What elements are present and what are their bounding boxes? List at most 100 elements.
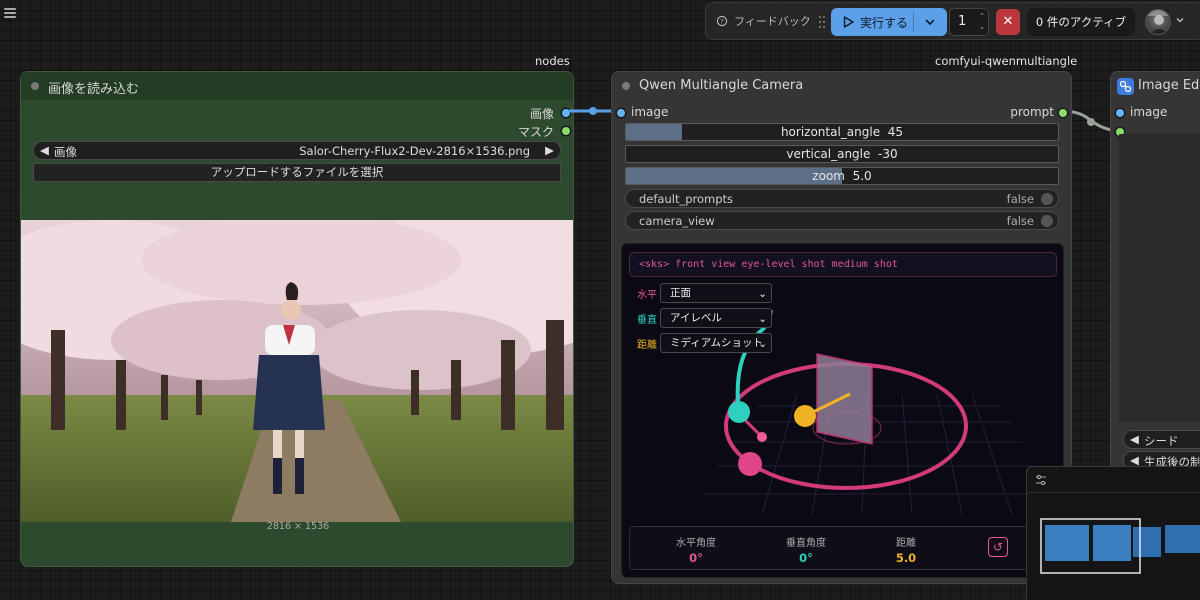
input-port-image[interactable] xyxy=(1116,109,1124,117)
reset-icon: ↺ xyxy=(992,540,1004,554)
queue-count-value: 1 xyxy=(958,14,967,29)
prompt-textarea[interactable] xyxy=(1119,134,1200,422)
feedback-button[interactable]: ? フィードバック xyxy=(716,13,811,29)
distance-readout: 距離 5.0 xyxy=(876,534,936,565)
vertical-select[interactable]: アイレベル ⌄ xyxy=(660,308,772,328)
select-label: 垂直 xyxy=(637,315,657,326)
stepper-arrows-icon[interactable]: ⌃ ⌄ xyxy=(979,11,985,33)
input-port-image[interactable] xyxy=(617,109,625,117)
minimap[interactable] xyxy=(1026,466,1200,600)
active-queue-button[interactable]: 0 件のアクティブ xyxy=(1027,8,1135,36)
camera-readout-panel: 水平角度 0° 垂直角度 0° 距離 5.0 ↺ xyxy=(629,526,1057,570)
qwen-camera-node[interactable]: Qwen Multiangle Camera image prompt hori… xyxy=(611,71,1072,584)
toggle-value: false xyxy=(1006,192,1034,206)
select-label: 水平 xyxy=(637,290,657,301)
output-label-image: 画像 xyxy=(529,107,554,121)
node-source-tag: nodes xyxy=(535,54,570,68)
arrow-right-icon[interactable]: ▶ xyxy=(545,143,554,157)
node-title: 画像を読み込む xyxy=(48,82,140,97)
horizontal-select-row: 水平 正面 ⌄ xyxy=(637,283,772,303)
run-label: 実行する xyxy=(860,15,909,30)
slider-label: zoom xyxy=(812,169,845,183)
collapse-dot-icon[interactable] xyxy=(31,82,39,90)
arrow-left-icon[interactable]: ◀ xyxy=(1130,453,1139,467)
node-source-tag: comfyui-qwenmultiangle xyxy=(935,54,1078,68)
avatar[interactable] xyxy=(1145,9,1171,35)
toggle-label: camera_view xyxy=(639,214,715,228)
vertical-select-row: 垂直 アイレベル ⌄ xyxy=(637,308,772,328)
chevron-down-icon: ⌄ xyxy=(758,313,767,325)
chevron-down-icon[interactable] xyxy=(1175,15,1185,25)
output-label-mask: マスク xyxy=(517,125,554,139)
image-edit-node[interactable]: Image Edit image prompt ◀ シード ◀ 生成後の制 xyxy=(1110,71,1200,471)
input-label-image: image xyxy=(631,105,669,119)
camera-view-toggle[interactable]: camera_view false xyxy=(625,211,1059,230)
reset-camera-button[interactable]: ↺ xyxy=(988,537,1008,557)
select-label: 距離 xyxy=(637,340,657,351)
chevron-down-icon: ⌄ xyxy=(758,338,767,350)
settings-sliders-icon[interactable] xyxy=(1035,474,1047,486)
image-file-combo[interactable]: ◀ 画像 Salor-Cherry-Flux2-Dev-2816×1536.pn… xyxy=(33,141,561,160)
horizontal-angle-slider[interactable]: horizontal_angle 45 xyxy=(625,123,1059,141)
chevron-down-icon[interactable] xyxy=(923,15,937,29)
queue-count-stepper[interactable]: 1 ⌃ ⌄ xyxy=(949,8,989,36)
load-image-node[interactable]: 画像を読み込む 画像 マスク ◀ 画像 Salor-Cherry-Flux2-D… xyxy=(20,71,574,567)
default-prompts-toggle[interactable]: default_prompts false xyxy=(625,189,1059,208)
distance-select-row: 距離 ミディアムショット ⌄ xyxy=(637,333,772,353)
upload-button[interactable]: アップロードするファイルを選択 xyxy=(33,163,561,182)
minimap-canvas[interactable] xyxy=(1027,493,1200,600)
drag-handle-icon[interactable] xyxy=(818,15,826,29)
distance-select[interactable]: ミディアムショット ⌄ xyxy=(660,333,772,353)
vertical-angle-slider[interactable]: vertical_angle -30 xyxy=(625,145,1059,163)
output-label-prompt: prompt xyxy=(1010,105,1054,119)
run-button[interactable]: 実行する xyxy=(831,8,947,36)
slider-label: vertical_angle xyxy=(786,147,871,161)
readout-value: 0° xyxy=(689,551,703,565)
slider-value: 5.0 xyxy=(852,169,872,183)
readout-value: 5.0 xyxy=(895,551,917,565)
horizontal-angle-readout: 水平角度 0° xyxy=(666,534,726,565)
node-header[interactable]: 画像を読み込む xyxy=(21,72,573,100)
slider-value: 45 xyxy=(887,125,904,139)
collapse-dot-icon[interactable] xyxy=(622,82,630,90)
combo-label: シード xyxy=(1144,434,1179,448)
close-icon: ✕ xyxy=(1002,14,1014,29)
svg-text:?: ? xyxy=(720,17,723,25)
seed-combo[interactable]: ◀ シード xyxy=(1123,430,1200,449)
image-dimensions: 2816 × 1536 xyxy=(266,521,330,532)
chevron-down-icon: ⌄ xyxy=(758,288,767,300)
feedback-label: フィードバック xyxy=(734,15,811,28)
readout-label: 垂直角度 xyxy=(786,538,826,549)
slider-label: horizontal_angle xyxy=(780,125,881,139)
zoom-slider[interactable]: zoom 5.0 xyxy=(625,167,1059,185)
arrow-left-icon[interactable]: ◀ xyxy=(40,143,49,157)
toggle-knob[interactable] xyxy=(1041,215,1053,227)
readout-label: 水平角度 xyxy=(676,538,716,549)
minimap-header xyxy=(1027,467,1200,493)
stop-button[interactable]: ✕ xyxy=(996,9,1020,35)
toggle-value: false xyxy=(1006,214,1034,228)
slider-value: -30 xyxy=(878,147,898,161)
input-label-image: image xyxy=(1130,105,1168,119)
play-icon xyxy=(843,16,854,28)
feedback-icon: ? xyxy=(716,15,728,27)
select-value: 正面 xyxy=(670,287,691,299)
image-preview xyxy=(21,220,573,522)
run-toolbar: ? フィードバック 実行する 1 ⌃ ⌄ ✕ 0 件のアクティブ xyxy=(705,2,1200,40)
node-type-icon xyxy=(1117,78,1134,95)
toggle-knob[interactable] xyxy=(1041,193,1053,205)
combo-label: 画像 xyxy=(54,145,77,159)
select-value: アイレベル xyxy=(670,312,722,324)
arrow-left-icon[interactable]: ◀ xyxy=(1130,432,1139,446)
node-title: Qwen Multiangle Camera xyxy=(639,78,804,93)
readout-value: 0° xyxy=(799,551,813,565)
combo-value: Salor-Cherry-Flux2-Dev-2816×1536.png xyxy=(299,144,530,158)
output-port-prompt[interactable] xyxy=(1059,109,1067,117)
vertical-angle-readout: 垂直角度 0° xyxy=(776,534,836,565)
readout-label: 距離 xyxy=(896,538,916,549)
select-value: ミディアムショット xyxy=(670,337,764,349)
camera-3d-viewer[interactable]: <sks> front view eye-level shot medium s… xyxy=(621,243,1064,578)
node-title: Image Edit xyxy=(1138,78,1200,93)
main-menu-icon[interactable] xyxy=(4,8,16,18)
horizontal-select[interactable]: 正面 ⌄ xyxy=(660,283,772,303)
